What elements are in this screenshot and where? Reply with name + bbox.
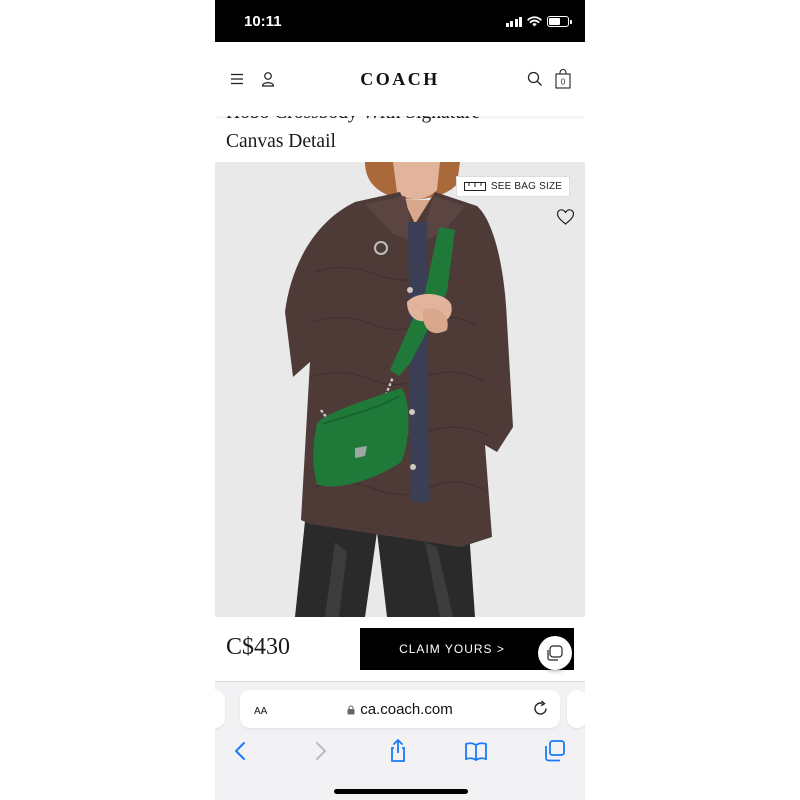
wifi-icon [527, 15, 542, 26]
status-time: 10:11 [244, 13, 282, 30]
chat-button[interactable] [538, 636, 572, 670]
previous-tab-peek[interactable] [215, 690, 225, 728]
tabs-icon[interactable] [542, 738, 568, 764]
url-text: ca.coach.com [360, 701, 453, 718]
chat-icon [547, 645, 563, 661]
product-title-line-2: Canvas Detail [226, 131, 336, 152]
address-bar[interactable]: AA ca.coach.com [240, 690, 560, 728]
back-icon[interactable] [228, 738, 254, 764]
phone-screen: 10:11 COACH 0 Canvas Detail SEE BAG SIZE… [215, 0, 585, 800]
home-indicator [334, 789, 468, 794]
share-icon[interactable] [385, 738, 411, 764]
heart-icon[interactable] [556, 208, 575, 226]
reload-icon[interactable] [532, 700, 549, 717]
url-display[interactable]: ca.coach.com [240, 701, 560, 718]
status-icons [505, 14, 572, 28]
status-bar: 10:11 [215, 0, 585, 42]
battery-icon [547, 15, 572, 27]
bag-count: 0 [561, 78, 566, 87]
shopping-bag-icon[interactable]: 0 [554, 69, 572, 89]
see-bag-size-label: SEE BAG SIZE [490, 181, 563, 192]
browser-nav-toolbar [215, 738, 585, 764]
cellular-signal-icon [505, 16, 522, 27]
forward-icon[interactable] [307, 738, 333, 764]
model-photo [285, 162, 513, 617]
next-tab-peek[interactable] [567, 690, 585, 728]
product-image[interactable]: SEE BAG SIZE [215, 162, 585, 617]
site-header: COACH 0 [215, 42, 585, 116]
ruler-icon [463, 182, 486, 191]
browser-toolbar: AA ca.coach.com [215, 681, 585, 800]
bookmarks-icon[interactable] [463, 738, 489, 764]
purchase-bar: C$430 CLAIM YOURS > [215, 617, 585, 681]
see-bag-size-button[interactable]: SEE BAG SIZE [456, 176, 570, 197]
lock-icon [347, 705, 355, 715]
price: C$430 [226, 634, 291, 660]
search-icon[interactable] [526, 70, 544, 88]
